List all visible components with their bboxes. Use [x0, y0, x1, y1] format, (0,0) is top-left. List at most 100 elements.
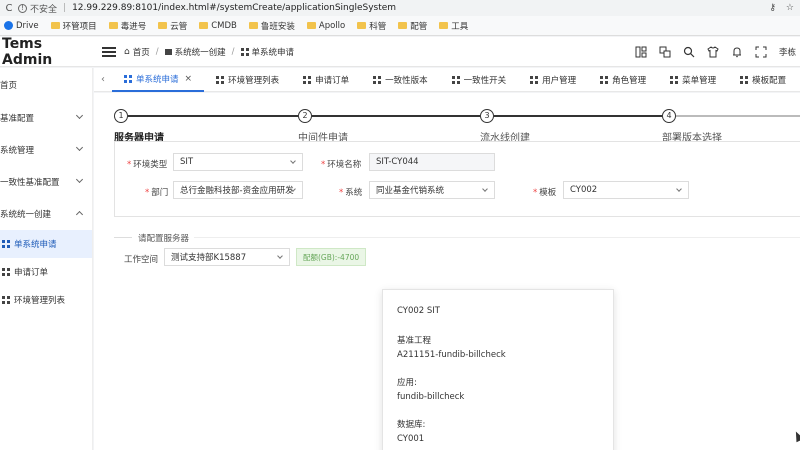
- grid-icon: [530, 75, 539, 84]
- tab-user-management[interactable]: 用户管理: [518, 68, 588, 92]
- env-type-select[interactable]: SIT: [173, 153, 303, 171]
- chevron-down-icon: [290, 158, 296, 164]
- url-text[interactable]: 12.99.229.89:8101/index.html#/systemCrea…: [72, 3, 396, 13]
- grid-icon: [600, 75, 609, 84]
- grid-icon: [670, 75, 679, 84]
- sidebar: 首页 基准配置 系统管理 一致性基准配置 系统统一创建 单系统申请 申请订单 环…: [0, 68, 93, 450]
- bookmark-folder[interactable]: Apollo: [306, 21, 345, 31]
- step-connector: [128, 115, 298, 117]
- system-select[interactable]: 同业基金代销系统: [369, 181, 495, 199]
- env-name-label: * 环境名称: [321, 160, 362, 170]
- step-3-circle: 3: [480, 109, 494, 123]
- bookmark-folder[interactable]: 配管: [398, 20, 427, 32]
- base-project-value: A211151-fundib-billcheck: [397, 350, 506, 360]
- tab-env-list[interactable]: 环境管理列表: [204, 68, 291, 92]
- tab-menu-management[interactable]: 菜单管理: [658, 68, 728, 92]
- template-select[interactable]: CY002: [563, 181, 689, 199]
- layout-icon[interactable]: [635, 46, 647, 58]
- step-connector: [312, 115, 480, 117]
- browser-address-bar: C ! 不安全 | 12.99.229.89:8101/index.html#/…: [0, 0, 800, 16]
- env-name-field[interactable]: SIT-CY044: [369, 153, 495, 171]
- chevron-down-icon: [75, 143, 84, 152]
- app-brand: Tems Admin: [2, 35, 53, 68]
- search-icon[interactable]: [683, 46, 695, 58]
- sidebar-item-consistency-config[interactable]: 一致性基准配置: [0, 166, 92, 198]
- dept-select[interactable]: 总行金融科技部-资金应用研发: [173, 181, 303, 199]
- breadcrumb-system-create[interactable]: 系统统一创建: [164, 46, 226, 58]
- grid-icon: [216, 75, 225, 84]
- quota-badge: 配额(GB):-4700: [296, 248, 367, 266]
- section-divider: [114, 237, 132, 238]
- tabs-scroll-left-icon[interactable]: ‹: [94, 74, 112, 85]
- chevron-down-icon: [277, 253, 283, 259]
- env-type-label: * 环境类型: [127, 160, 168, 170]
- tab-single-system[interactable]: 单系统申请 ×: [112, 68, 205, 92]
- template-label: * 模板: [533, 188, 557, 198]
- warning-icon: !: [18, 3, 27, 13]
- drive-icon: [4, 21, 13, 30]
- reload-icon[interactable]: C: [0, 3, 18, 14]
- tab-consistency-switch[interactable]: 一致性开关: [440, 68, 519, 92]
- database-value: CY001: [397, 434, 425, 444]
- breadcrumb-home[interactable]: ⌂ 首页: [124, 46, 150, 58]
- breadcrumb: ⌂ 首页 / 系统统一创建 / 单系统申请: [124, 46, 294, 58]
- app-value: fundib-billcheck: [397, 392, 465, 402]
- home-icon: ⌂: [124, 46, 130, 57]
- close-icon[interactable]: ×: [185, 74, 193, 84]
- folder-icon: [248, 22, 258, 29]
- workspace-select[interactable]: 测试支持部K15887: [164, 248, 290, 266]
- sidebar-item-home[interactable]: 首页: [0, 68, 92, 102]
- translate-icon[interactable]: [659, 46, 671, 58]
- bookmark-folder[interactable]: 鲁班安装: [248, 20, 295, 32]
- breadcrumb-separator: /: [155, 46, 159, 57]
- sidebar-item-system-create[interactable]: 系统统一创建: [0, 198, 92, 230]
- folder-icon: [50, 22, 60, 29]
- bell-icon[interactable]: [731, 46, 743, 58]
- bookmark-folder[interactable]: 工具: [439, 20, 468, 32]
- hamburger-icon[interactable]: [102, 46, 116, 57]
- header-actions: 李栋: [635, 45, 800, 58]
- sidebar-item-orders[interactable]: 申请订单: [0, 258, 92, 286]
- tab-template-config[interactable]: 模板配置: [728, 68, 798, 92]
- grid-icon: [2, 268, 10, 276]
- bookmark-folder[interactable]: 毒进号: [108, 20, 146, 32]
- insecure-indicator[interactable]: ! 不安全: [18, 2, 57, 15]
- template-info-popover: CY002 SIT 基准工程 A211151-fundib-billcheck …: [382, 289, 614, 450]
- tab-orders[interactable]: 申请订单: [291, 68, 361, 92]
- server-section-title: 请配置服务器: [138, 234, 190, 244]
- sidebar-item-baseline-config[interactable]: 基准配置: [0, 102, 92, 134]
- sidebar-item-single-system[interactable]: 单系统申请: [0, 230, 92, 258]
- grid-icon: [740, 75, 749, 84]
- step-connector: [494, 115, 662, 117]
- step-4-circle: 4: [662, 109, 676, 123]
- fullscreen-icon[interactable]: [755, 46, 767, 58]
- shirt-icon[interactable]: [707, 45, 719, 58]
- key-icon[interactable]: ⚷: [769, 3, 776, 13]
- required-mark: *: [533, 188, 538, 198]
- bookmark-folder[interactable]: 科管: [357, 20, 386, 32]
- tab-consistency-version[interactable]: 一致性版本: [361, 68, 440, 92]
- folder-icon: [306, 22, 316, 29]
- bookmark-folder[interactable]: CMDB: [199, 21, 237, 31]
- chevron-down-icon: [482, 186, 488, 192]
- sidebar-item-env-list[interactable]: 环境管理列表: [0, 286, 92, 314]
- star-icon[interactable]: ☆: [786, 3, 794, 13]
- bookmark-drive[interactable]: Drive: [4, 21, 39, 31]
- tab-role-management[interactable]: 角色管理: [588, 68, 658, 92]
- dept-label: * 部门: [145, 188, 169, 198]
- chevron-down-icon: [75, 175, 84, 184]
- grid-icon: [2, 296, 10, 304]
- section-divider: [194, 237, 800, 238]
- url-divider: |: [63, 3, 67, 13]
- chevron-up-icon: [75, 210, 84, 219]
- system-label: * 系统: [339, 188, 363, 198]
- bookmark-folder[interactable]: 云管: [158, 20, 187, 32]
- step-connector: [676, 115, 800, 117]
- user-name[interactable]: 李栋: [779, 46, 796, 58]
- monitor-icon: [164, 48, 172, 55]
- required-mark: *: [127, 160, 132, 170]
- sidebar-item-system-management[interactable]: 系统管理: [0, 134, 92, 166]
- folder-icon: [158, 22, 168, 29]
- bookmark-folder[interactable]: 环管项目: [50, 20, 97, 32]
- database-label: 数据库:: [397, 420, 426, 430]
